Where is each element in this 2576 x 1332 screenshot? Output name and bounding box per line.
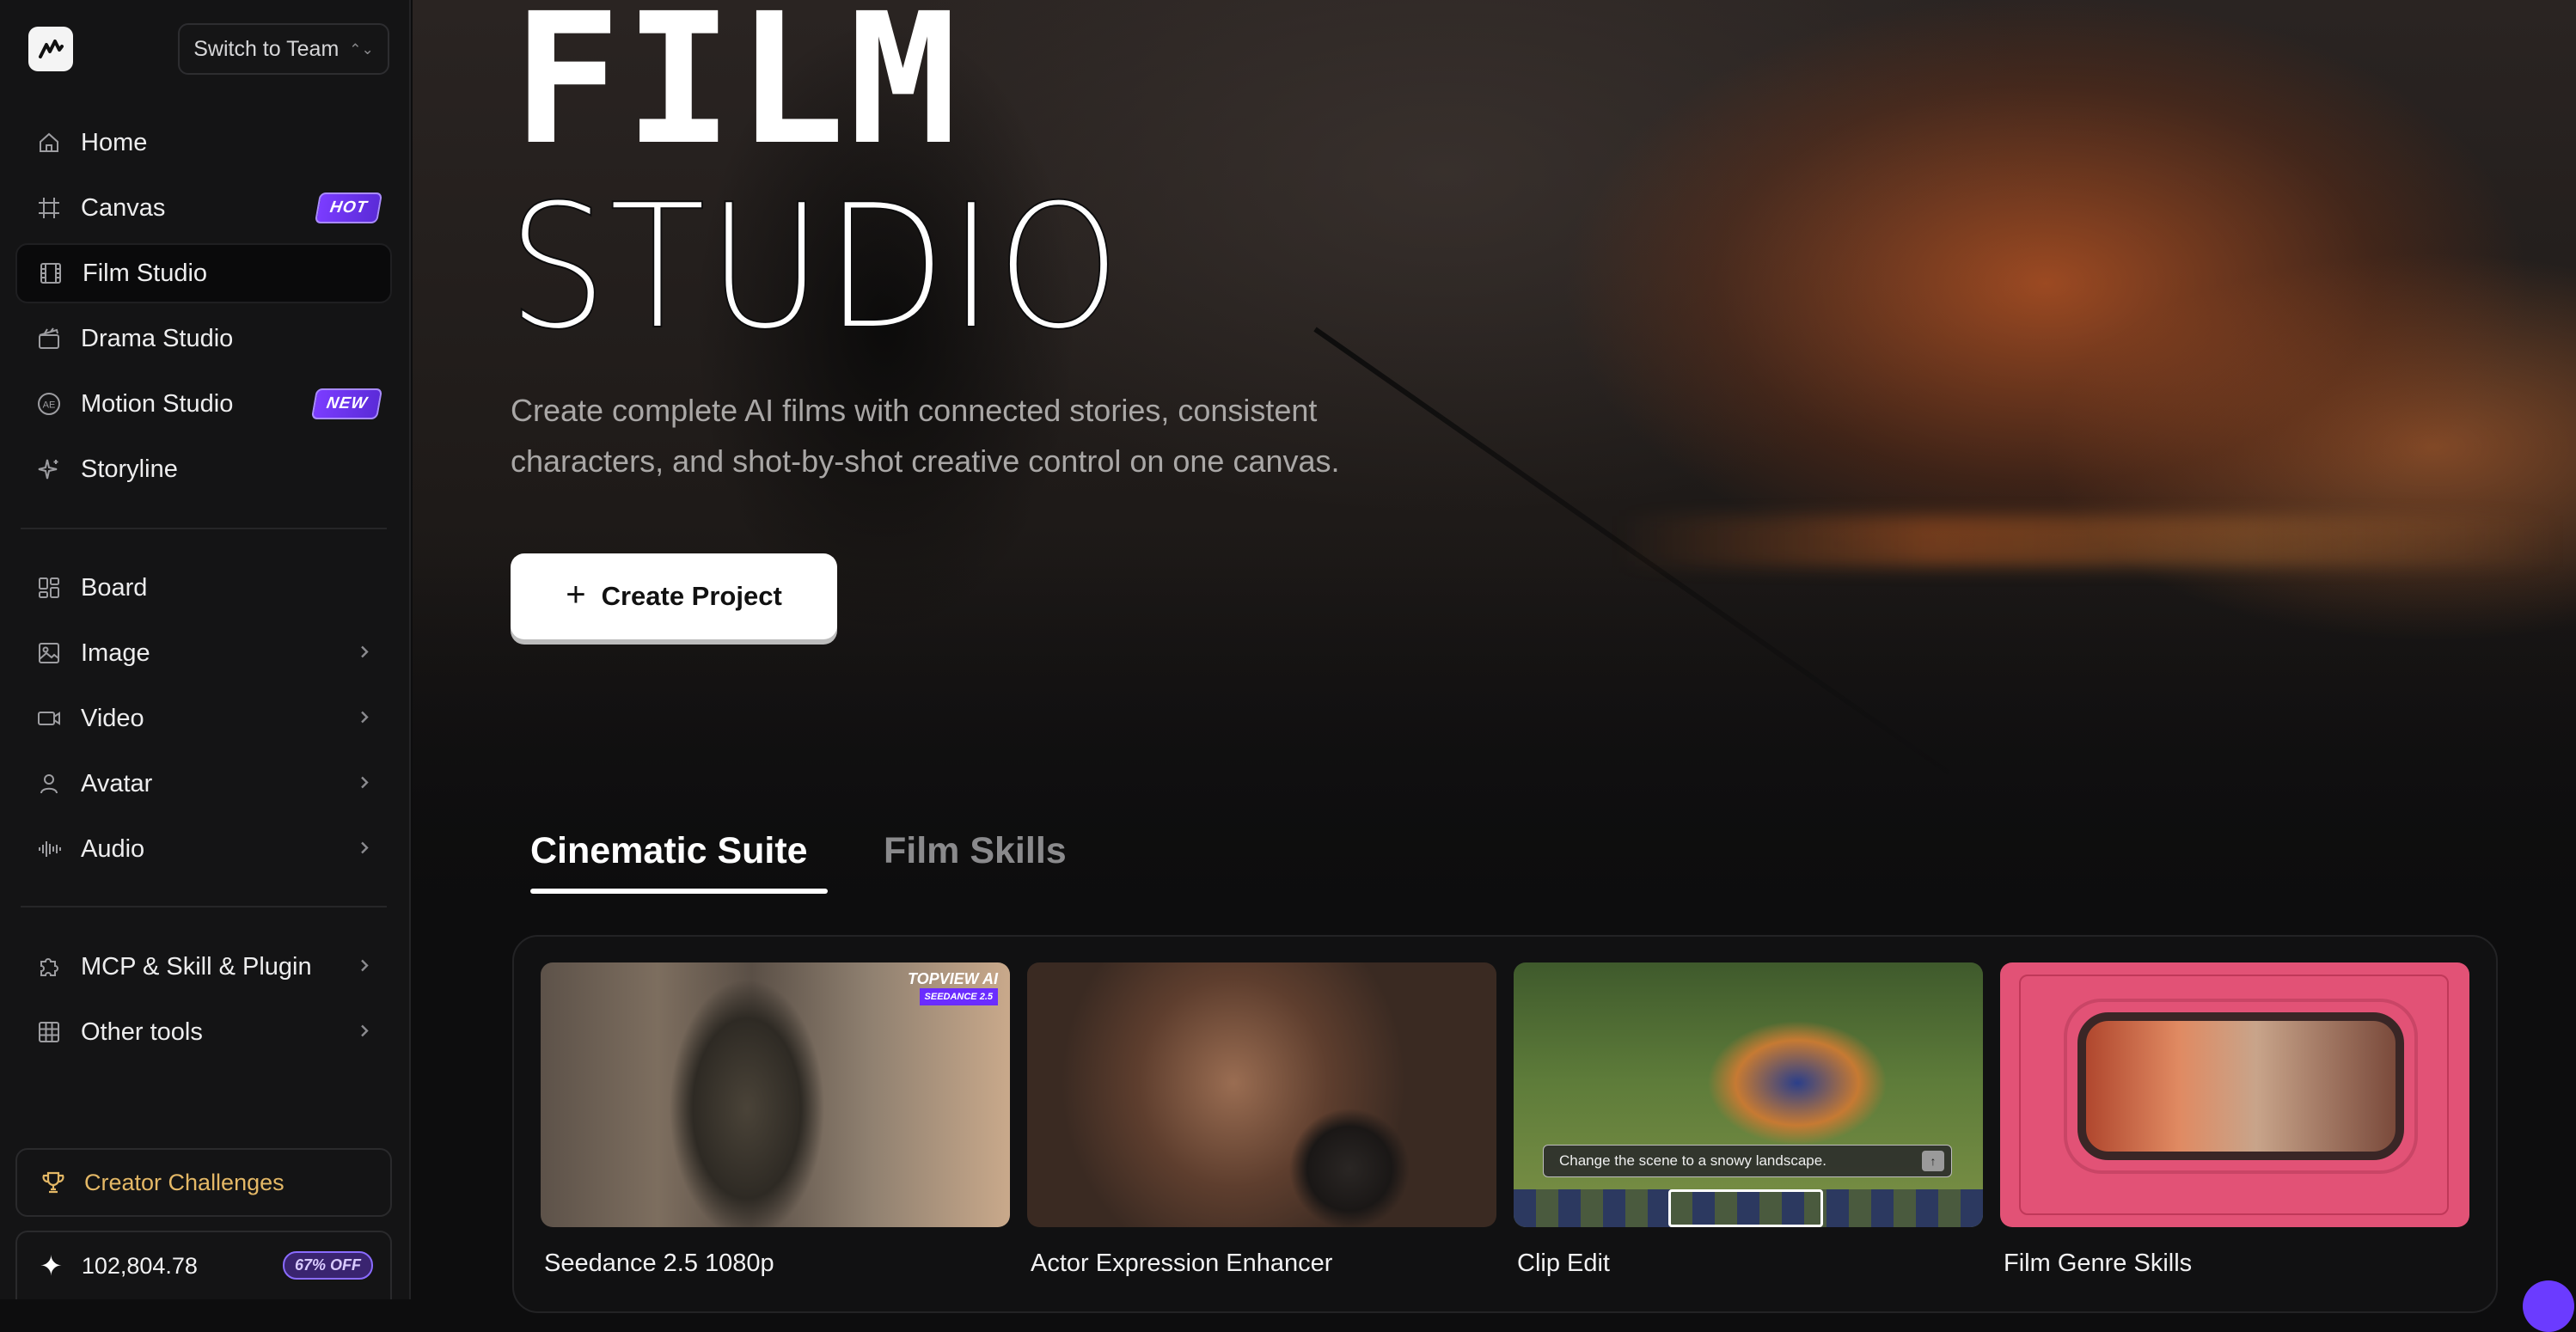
card-thumbnail: Change the scene to a snowy landscape. ↑ <box>1514 962 1983 1227</box>
app-logo[interactable] <box>28 27 73 71</box>
card-actor-expression-enhancer[interactable]: Actor Expression Enhancer <box>1027 962 1496 1277</box>
credits-value: 102,804.78 <box>81 1252 198 1279</box>
sidebar-item-other-tools[interactable]: Other tools <box>15 1002 392 1062</box>
hero-subtitle: Create complete AI films with connected … <box>511 385 1456 486</box>
sidebar: Switch to Team ⌃⌄ Home Canvas HOT Film S… <box>0 0 411 1299</box>
audio-icon <box>34 834 64 864</box>
hot-badge: HOT <box>314 192 383 223</box>
card-title: Clip Edit <box>1517 1250 1610 1277</box>
create-project-button[interactable]: + Create Project <box>511 553 837 639</box>
sidebar-item-label: Audio <box>81 834 145 863</box>
chevron-right-icon <box>356 770 373 798</box>
hero-title-studio: STUDIO <box>506 168 1123 368</box>
sidebar-item-label: Drama Studio <box>81 324 234 352</box>
canvas-grid-icon <box>34 193 64 223</box>
switch-to-team-label: Switch to Team <box>193 36 340 61</box>
sidebar-item-label: Canvas <box>81 193 166 222</box>
help-chat-button[interactable] <box>2523 1280 2574 1332</box>
sidebar-item-home[interactable]: Home <box>15 113 392 173</box>
tab-film-skills[interactable]: Film Skills <box>884 830 1067 872</box>
card-thumbnail <box>1027 962 1496 1227</box>
ae-icon: AE <box>34 389 64 419</box>
new-badge: NEW <box>310 388 383 419</box>
sidebar-item-label: MCP & Skill & Plugin <box>81 952 312 981</box>
sidebar-item-mcp-skill-plugin[interactable]: MCP & Skill & Plugin <box>15 937 392 997</box>
sidebar-item-film-studio[interactable]: Film Studio <box>15 243 392 303</box>
thumbnail-gun <box>1285 1100 1414 1227</box>
card-title: Film Genre Skills <box>2004 1250 2193 1277</box>
chevron-right-icon <box>356 705 373 733</box>
sidebar-item-label: Video <box>81 704 144 732</box>
tab-cinematic-suite[interactable]: Cinematic Suite <box>530 830 808 872</box>
credits-balance[interactable]: ✦ 102,804.78 67% OFF <box>15 1231 392 1299</box>
topview-tag-title: TOPVIEW AI <box>907 970 998 987</box>
thumbnail-rider <box>1686 988 1909 1160</box>
sidebar-item-label: Storyline <box>81 455 178 483</box>
thumbnail-soldier <box>670 980 824 1227</box>
sidebar-item-drama-studio[interactable]: Drama Studio <box>15 309 392 369</box>
creator-challenges-label: Creator Challenges <box>84 1169 285 1195</box>
card-seedance[interactable]: TOPVIEW AI SEEDANCE 2.5 Seedance 2.5 108… <box>541 962 1010 1277</box>
logo-icon <box>39 40 64 58</box>
sidebar-item-label: Board <box>81 573 148 602</box>
clip-edit-prompt-text: Change the scene to a snowy landscape. <box>1559 1152 1826 1169</box>
film-icon <box>36 259 65 288</box>
clip-edit-prompt: Change the scene to a snowy landscape. ↑ <box>1543 1145 1952 1177</box>
sidebar-item-audio[interactable]: Audio <box>15 819 392 879</box>
active-tab-indicator <box>530 889 828 894</box>
topview-tag-sub: SEEDANCE 2.5 <box>919 988 998 1005</box>
sidebar-item-storyline[interactable]: Storyline <box>15 439 392 499</box>
sparkle-icon <box>34 455 64 484</box>
sidebar-item-avatar[interactable]: Avatar <box>15 754 392 814</box>
chevron-right-icon <box>356 953 373 981</box>
card-film-genre-skills[interactable]: Film Genre Skills <box>2000 962 2469 1277</box>
sidebar-item-motion-studio[interactable]: AE Motion Studio NEW <box>15 374 392 434</box>
clapperboard-icon <box>34 324 64 353</box>
topview-tag: TOPVIEW AI SEEDANCE 2.5 <box>908 971 998 1005</box>
discount-badge[interactable]: 67% OFF <box>282 1251 373 1280</box>
sidebar-item-label: Other tools <box>81 1017 203 1046</box>
puzzle-icon <box>34 952 64 981</box>
sidebar-divider <box>21 528 387 529</box>
timeline-selection <box>1668 1189 1823 1227</box>
creator-challenges-button[interactable]: Creator Challenges <box>15 1148 392 1217</box>
chevron-right-icon <box>356 1018 373 1047</box>
hero-subtitle-line: Create complete AI films with connected … <box>511 393 1318 428</box>
sidebar-item-video[interactable]: Video <box>15 688 392 748</box>
trophy-icon <box>42 1171 64 1194</box>
card-thumbnail <box>2000 962 2469 1227</box>
sidebar-item-board[interactable]: Board <box>15 558 392 618</box>
sidebar-item-image[interactable]: Image <box>15 623 392 683</box>
svg-text:AE: AE <box>43 400 56 411</box>
sidebar-item-label: Home <box>81 128 148 156</box>
card-title: Actor Expression Enhancer <box>1031 1250 1333 1277</box>
hero-subtitle-line: characters, and shot-by-shot creative co… <box>511 443 1340 479</box>
card-title: Seedance 2.5 1080p <box>544 1250 774 1277</box>
send-arrow-icon: ↑ <box>1922 1151 1944 1171</box>
thumbnail-window <box>2077 1012 2404 1160</box>
video-icon <box>34 704 64 733</box>
plus-icon: + <box>566 575 586 614</box>
avatar-icon <box>34 769 64 798</box>
sidebar-item-label: Image <box>81 639 150 667</box>
sidebar-item-canvas[interactable]: Canvas HOT <box>15 178 392 238</box>
card-thumbnail: TOPVIEW AI SEEDANCE 2.5 <box>541 962 1010 1227</box>
chevron-right-icon <box>356 835 373 864</box>
image-icon <box>34 639 64 668</box>
grid-icon <box>34 1017 64 1047</box>
chevron-right-icon <box>356 639 373 668</box>
updown-chevron-icon: ⌃⌄ <box>349 40 374 58</box>
card-clip-edit[interactable]: Change the scene to a snowy landscape. ↑… <box>1514 962 1983 1277</box>
sidebar-item-label: Film Studio <box>83 259 208 287</box>
sparkle-credit-icon: ✦ <box>40 1250 63 1281</box>
create-project-label: Create Project <box>601 581 782 611</box>
sidebar-divider <box>21 906 387 907</box>
sidebar-item-label: Motion Studio <box>81 389 234 418</box>
home-icon <box>34 128 64 157</box>
switch-to-team-button[interactable]: Switch to Team ⌃⌄ <box>178 23 389 75</box>
hero-title-film: FILM <box>512 0 961 185</box>
sidebar-item-label: Avatar <box>81 769 153 797</box>
board-icon <box>34 573 64 602</box>
